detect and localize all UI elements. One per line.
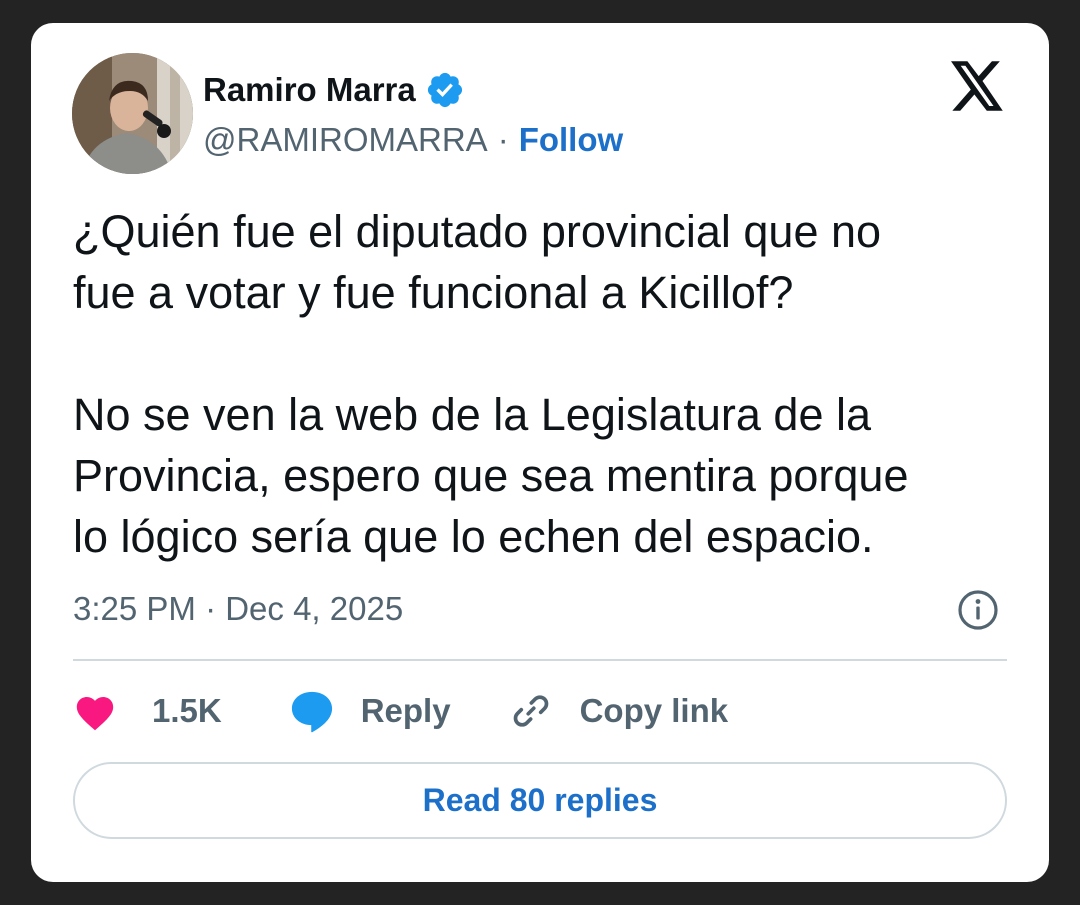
- heart-icon: [76, 697, 114, 731]
- like-button[interactable]: 1.5K: [73, 691, 222, 731]
- separator-dot: ·: [497, 121, 509, 158]
- read-replies-button[interactable]: Read 80 replies: [73, 762, 1007, 839]
- like-count: 1.5K: [152, 692, 222, 729]
- verified-badge-icon: [427, 72, 462, 108]
- author-name[interactable]: Ramiro Marra: [203, 71, 416, 109]
- follow-button[interactable]: Follow: [519, 121, 623, 159]
- copy-link-button[interactable]: Copy link: [509, 689, 729, 733]
- reply-label: Reply: [360, 692, 451, 729]
- reply-button[interactable]: Reply: [289, 689, 451, 733]
- read-replies-label: Read 80 replies: [422, 782, 658, 818]
- divider: [73, 659, 1007, 661]
- tweet-timestamp[interactable]: 3:25 PM · Dec 4, 2025: [73, 588, 403, 630]
- copy-link-label: Copy link: [579, 692, 729, 729]
- info-icon[interactable]: [957, 589, 999, 631]
- author-name-row: Ramiro Marra: [203, 69, 465, 111]
- tweet-text: ¿Quién fue el diputado provincial que no…: [73, 206, 909, 562]
- author-handle-row: @RAMIROMARRA · Follow: [203, 119, 623, 161]
- timestamp-text[interactable]: 3:25 PM · Dec 4, 2025: [73, 590, 403, 628]
- author-handle[interactable]: @RAMIROMARRA: [203, 121, 488, 159]
- speech-bubble-icon: [291, 691, 332, 733]
- tweet-actions: 1.5K Reply Copy link: [73, 687, 728, 735]
- link-icon: [513, 695, 548, 727]
- avatar[interactable]: [72, 53, 193, 174]
- tweet-card: Ramiro Marra @RAMIROMARRA · Follow ¿Quié…: [31, 23, 1049, 882]
- x-logo-icon[interactable]: [951, 61, 1005, 111]
